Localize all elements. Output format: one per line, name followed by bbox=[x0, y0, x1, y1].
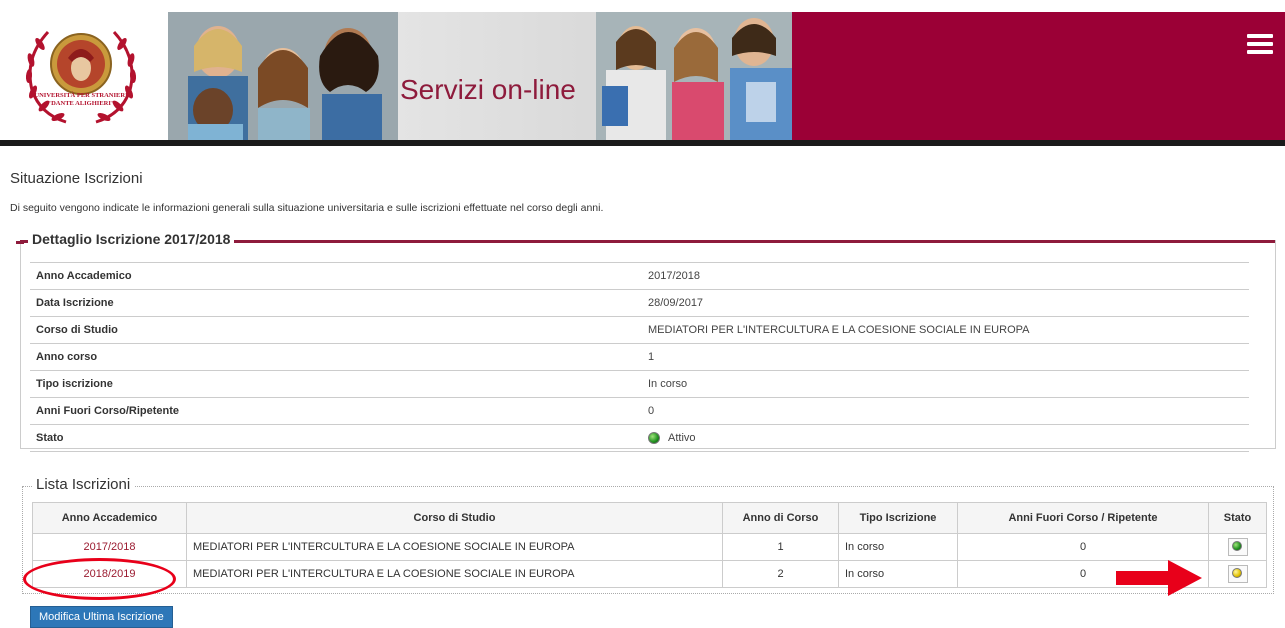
corso-cell: MEDIATORI PER L'INTERCULTURA E LA COESIO… bbox=[186, 560, 723, 588]
enrollment-list-table: Anno Accademico Corso di Studio Anno di … bbox=[32, 502, 1267, 588]
status-green-icon bbox=[648, 432, 660, 445]
banner-photo-left bbox=[168, 12, 398, 140]
table-row: 2018/2019 MEDIATORI PER L'INTERCULTURA E… bbox=[32, 560, 1267, 588]
detail-row: Tipo iscrizione In corso bbox=[30, 370, 1249, 398]
detail-value: MEDIATORI PER L'INTERCULTURA E LA COESIO… bbox=[642, 316, 1249, 344]
header-brand-bar bbox=[792, 12, 1285, 140]
detail-label: Data Iscrizione bbox=[30, 289, 642, 317]
detail-value: 2017/2018 bbox=[642, 262, 1249, 290]
col-header-anni-fuori-corso: Anni Fuori Corso / Ripetente bbox=[957, 502, 1209, 534]
status-green-icon[interactable] bbox=[1227, 538, 1248, 556]
hamburger-icon bbox=[1247, 34, 1273, 38]
detail-value: 1 bbox=[642, 343, 1249, 371]
fuori-corso-cell: 0 bbox=[957, 533, 1209, 561]
detail-row: Anno corso 1 bbox=[30, 343, 1249, 371]
hamburger-menu-button[interactable] bbox=[1247, 34, 1273, 56]
page-title: Situazione Iscrizioni bbox=[10, 170, 143, 187]
detail-table: Anno Accademico 2017/2018 Data Iscrizion… bbox=[30, 262, 1249, 452]
logo-text: UNIVERSITÀ PER STRANIERI "DANTE ALIGHIER… bbox=[34, 92, 128, 107]
detail-row: Anni Fuori Corso/Ripetente 0 bbox=[30, 397, 1249, 425]
anno-corso-cell: 2 bbox=[722, 560, 839, 588]
status-yellow-icon[interactable] bbox=[1227, 565, 1248, 583]
tipo-cell: In corso bbox=[838, 560, 958, 588]
col-header-anno-accademico: Anno Accademico bbox=[32, 502, 187, 534]
stato-cell bbox=[1208, 533, 1267, 561]
col-header-corso-di-studio: Corso di Studio bbox=[186, 502, 723, 534]
table-header-row: Anno Accademico Corso di Studio Anno di … bbox=[32, 502, 1267, 534]
col-header-stato: Stato bbox=[1208, 502, 1267, 534]
detail-row: Data Iscrizione 28/09/2017 bbox=[30, 289, 1249, 317]
anno-corso-cell: 1 bbox=[722, 533, 839, 561]
legend-dash-icon bbox=[16, 241, 24, 244]
university-logo[interactable]: UNIVERSITÀ PER STRANIERI "DANTE ALIGHIER… bbox=[18, 18, 144, 130]
list-legend: Lista Iscrizioni bbox=[32, 476, 135, 493]
detail-label: Anno Accademico bbox=[30, 262, 642, 290]
banner-title: Servizi on-line bbox=[400, 74, 576, 105]
detail-label: Stato bbox=[30, 424, 642, 452]
col-header-anno-di-corso: Anno di Corso bbox=[722, 502, 839, 534]
detail-value: 28/09/2017 bbox=[642, 289, 1249, 317]
detail-value: In corso bbox=[642, 370, 1249, 398]
table-row: 2017/2018 MEDIATORI PER L'INTERCULTURA E… bbox=[32, 533, 1267, 561]
detail-label: Tipo iscrizione bbox=[30, 370, 642, 398]
detail-status-value: Attivo bbox=[642, 424, 1249, 452]
detail-legend-text: Dettaglio Iscrizione 2017/2018 bbox=[32, 231, 231, 247]
fuori-corso-cell: 0 bbox=[957, 560, 1209, 588]
status-text: Attivo bbox=[668, 431, 696, 444]
banner-photo-right bbox=[596, 12, 792, 140]
detail-label: Anni Fuori Corso/Ripetente bbox=[30, 397, 642, 425]
detail-label: Anno corso bbox=[30, 343, 642, 371]
detail-row: Stato Attivo bbox=[30, 424, 1249, 452]
header-divider bbox=[0, 140, 1285, 146]
detail-value: 0 bbox=[642, 397, 1249, 425]
stato-cell bbox=[1208, 560, 1267, 588]
corso-cell: MEDIATORI PER L'INTERCULTURA E LA COESIO… bbox=[186, 533, 723, 561]
detail-row: Corso di Studio MEDIATORI PER L'INTERCUL… bbox=[30, 316, 1249, 344]
detail-label: Corso di Studio bbox=[30, 316, 642, 344]
site-header: UNIVERSITÀ PER STRANIERI "DANTE ALIGHIER… bbox=[0, 0, 1285, 146]
tipo-cell: In corso bbox=[838, 533, 958, 561]
header-banner: Servizi on-line bbox=[168, 12, 792, 140]
detail-legend: Dettaglio Iscrizione 2017/2018 bbox=[16, 231, 235, 247]
anno-link[interactable]: 2018/2019 bbox=[32, 560, 187, 588]
anno-link[interactable]: 2017/2018 bbox=[32, 533, 187, 561]
page-description: Di seguito vengono indicate le informazi… bbox=[10, 202, 604, 214]
detail-row: Anno Accademico 2017/2018 bbox=[30, 262, 1249, 290]
col-header-tipo-iscrizione: Tipo Iscrizione bbox=[838, 502, 958, 534]
